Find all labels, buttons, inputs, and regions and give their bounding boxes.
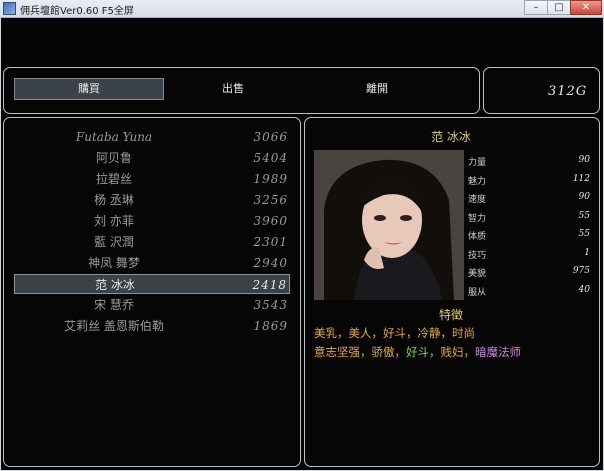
mercenary-price: 2940 [253,256,288,270]
mercenary-price: 2418 [252,278,287,292]
stat-value: 40 [578,284,590,295]
mercenary-name: Futaba Yuna [75,130,153,144]
mercenary-name: 范 冰冰 [95,278,135,292]
mercenary-row[interactable]: 杨 丞琳 3256 [14,190,290,210]
traits-title: 特徵 [438,308,463,322]
mercenary-price: 1989 [253,172,288,186]
window-title: 佣兵壇館Ver0.60 F5全屏 [20,6,134,17]
character-name: 范 冰冰 [431,130,471,144]
stat-value: 975 [572,266,590,276]
mercenary-price: 2301 [253,235,288,249]
stat-value: 90 [578,155,590,165]
mercenary-row[interactable]: 阿贝鲁 5404 [14,148,290,168]
traits-line: 意志坚强，骄傲，好斗，贱妇，暗魔法师 [314,343,596,362]
mercenary-name: 拉碧丝 [95,172,132,186]
mercenary-price: 3256 [253,193,288,207]
trait-tag: 好斗 [406,345,429,359]
stat-value: 112 [572,173,590,184]
window-titlebar[interactable]: 佣兵壇館Ver0.60 F5全屏 – □ ✕ [0,0,604,18]
stat-value: 55 [578,210,590,221]
trait-tag: 好斗， [383,326,418,340]
mercenary-name: 藍 沢潤 [94,235,134,249]
gold-amount: 312G [548,84,588,99]
mercenary-row[interactable]: 神凤 舞梦 2940 [14,253,290,273]
trait-tag: 时尚 [452,326,475,340]
mercenary-row[interactable]: 范 冰冰 2418 [14,274,290,294]
traits-line: 美乳，美人，好斗，冷静，时尚 [314,324,596,343]
app-icon [3,2,16,15]
stat-value: 55 [578,229,590,239]
close-button[interactable]: ✕ [570,0,602,15]
stat-label: 魅力 [468,176,487,187]
trait-tag: 暗魔法师 [475,345,521,359]
stat-value: 90 [578,192,590,202]
mercenary-price: 3066 [253,130,288,144]
mercenary-row[interactable]: Futaba Yuna 3066 [14,127,290,147]
sell-button[interactable]: 出售 [158,78,308,100]
mercenary-name: 杨 丞琳 [94,193,134,207]
mercenary-price: 3960 [253,214,288,228]
trait-tag: 美乳， [314,326,349,340]
mercenary-name: 艾莉丝 盖恩斯伯勒 [64,319,164,333]
mercenary-row[interactable]: 拉碧丝 1989 [14,169,290,189]
maximize-button[interactable]: □ [547,0,571,15]
buy-button[interactable]: 購買 [14,78,164,100]
leave-button[interactable]: 離開 [302,78,452,100]
mercenary-row[interactable]: 刘 亦菲 3960 [14,211,290,231]
traits-list: 美乳，美人，好斗，冷静，时尚 意志坚强，骄傲，好斗，贱妇，暗魔法师 [314,324,596,362]
trait-tag: 意志坚强， [314,345,372,359]
mercenary-price: 5404 [253,151,288,165]
mercenary-price: 1869 [253,319,288,333]
trait-tag: 冷静， [417,326,453,340]
stat-value: 1 [584,247,590,258]
trait-tag: 骄傲， [371,345,407,359]
mercenary-price: 3543 [253,298,288,312]
stat-label: 服从 [468,287,487,298]
trait-tag: 美人， [348,326,384,340]
minimize-button[interactable]: – [524,0,548,15]
stat-label: 技巧 [468,250,487,261]
stat-label: 速度 [468,195,487,205]
mercenary-name: 阿贝鲁 [95,151,132,165]
mercenary-row[interactable]: 宋 慧乔 3543 [14,295,290,315]
mercenary-name: 刘 亦菲 [94,214,134,228]
stat-label: 力量 [468,158,487,168]
mercenary-row[interactable]: 艾莉丝 盖恩斯伯勒 1869 [14,316,290,336]
portrait-image [314,150,464,300]
mercenary-name: 神凤 舞梦 [88,256,140,270]
stat-label: 智力 [468,213,487,224]
trait-tag: ，贱妇， [429,345,475,359]
character-portrait [314,150,464,300]
stat-label: 体质 [468,232,487,242]
mercenary-name: 宋 慧乔 [94,298,134,312]
stat-label: 美貌 [468,269,487,279]
mercenary-row[interactable]: 藍 沢潤 2301 [14,232,290,252]
